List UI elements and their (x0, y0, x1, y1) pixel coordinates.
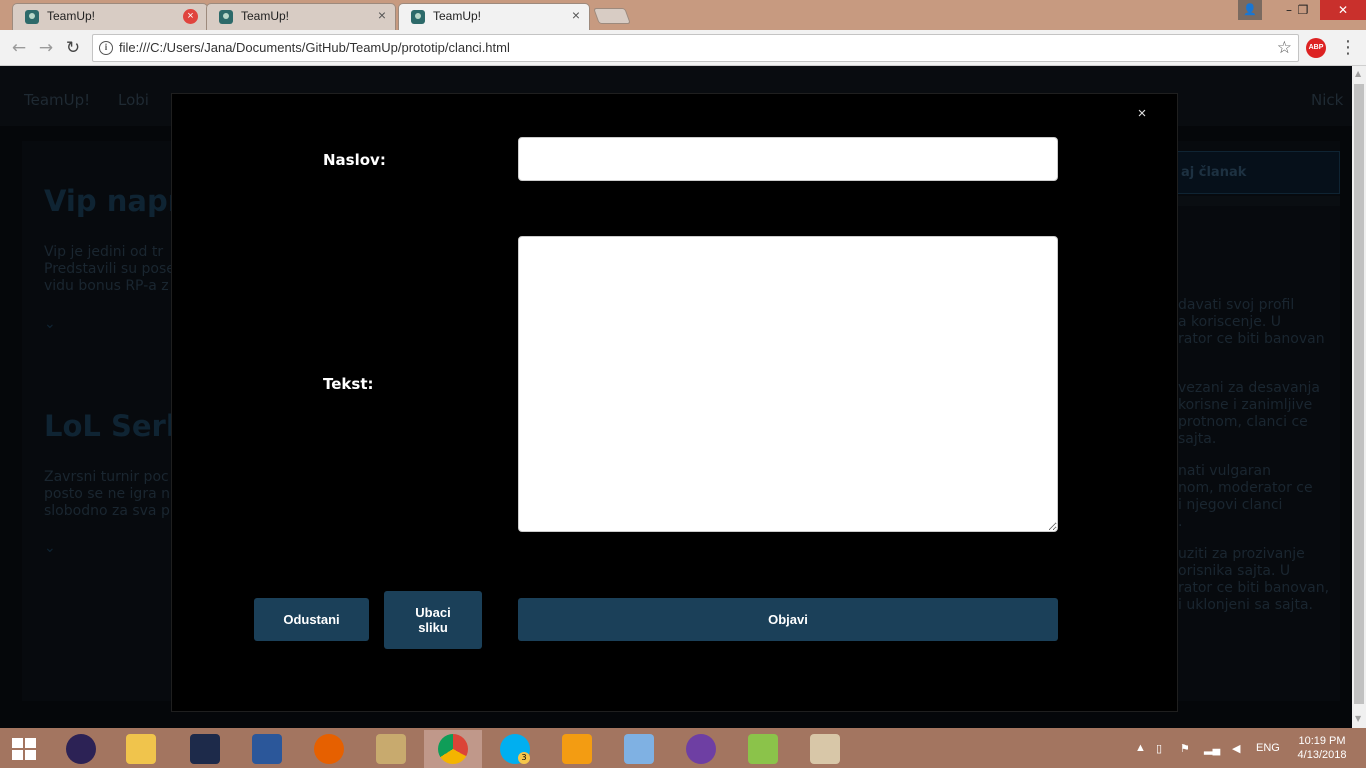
back-arrow-icon[interactable]: ← (8, 37, 30, 59)
notepad-plus-plus-icon[interactable] (734, 730, 792, 768)
rules-line: i njegovi clanci (1178, 497, 1283, 513)
language-indicator[interactable]: ENG (1256, 742, 1280, 754)
tab-title: TeamUp! (433, 9, 482, 23)
teamup-favicon-icon (25, 10, 39, 24)
rules-line: protnom, clanci ce (1178, 414, 1308, 430)
publish-button[interactable]: Objavi (518, 598, 1058, 641)
scroll-down-icon[interactable]: ▼ (1355, 714, 1361, 723)
tray-chevron-icon[interactable]: ▲ (1135, 742, 1146, 754)
text-label: Tekst: (323, 375, 374, 393)
rules-line: nati vulgaran (1178, 463, 1272, 479)
reload-icon[interactable]: ↻ (62, 37, 84, 59)
modal-close-icon[interactable]: × (1134, 106, 1150, 122)
nav-brand[interactable]: TeamUp! (24, 91, 90, 109)
page-scrollbar[interactable]: ▲ ▼ (1352, 66, 1366, 728)
expand-chevron-icon[interactable]: ⌄ (44, 316, 56, 332)
league-of-legends-icon[interactable] (362, 730, 420, 768)
chrome-icon[interactable] (424, 730, 482, 768)
rules-line: davati svoj profil (1178, 297, 1295, 313)
rules-line: uziti za prozivanje (1178, 546, 1305, 562)
article-title: LoL Serb (44, 409, 187, 443)
rules-line: . (1178, 514, 1183, 530)
network-device-icon[interactable]: ▯ (1156, 742, 1162, 755)
new-tab-button[interactable] (593, 8, 631, 24)
article-line: posto se ne igra n (44, 486, 170, 502)
system-clock[interactable]: 10:19 PM 4/13/2018 (1290, 734, 1354, 762)
volume-icon[interactable]: ◀ (1232, 742, 1240, 755)
rules-line: korisne i zanimljive (1178, 397, 1313, 413)
tab-close-icon[interactable]: × (572, 7, 580, 23)
github-icon[interactable] (672, 730, 730, 768)
clock-time: 10:19 PM (1298, 735, 1346, 747)
rules-line: rator ce biti banovan (1178, 331, 1325, 347)
expand-chevron-icon[interactable]: ⌄ (44, 540, 56, 556)
rules-line: i uklonjeni sa sajta. (1178, 597, 1313, 613)
forward-arrow-icon[interactable]: → (35, 37, 57, 59)
eclipse-icon[interactable] (52, 730, 110, 768)
paint-icon[interactable] (796, 730, 854, 768)
scroll-thumb[interactable] (1354, 84, 1364, 704)
game-icon[interactable] (176, 730, 234, 768)
action-center-flag-icon[interactable]: ⚑ (1180, 742, 1190, 755)
insert-image-button[interactable]: Ubaci sliku (384, 591, 482, 649)
article-line: vidu bonus RP-a z (44, 278, 169, 294)
title-label: Naslov: (323, 151, 386, 169)
tab-close-icon[interactable]: × (183, 9, 198, 24)
rules-line: nom, moderator ce (1178, 480, 1313, 496)
teamup-favicon-icon (411, 10, 425, 24)
video-icon[interactable] (548, 730, 606, 768)
browser-tab-active[interactable]: TeamUp! × (398, 3, 590, 30)
url-text[interactable]: file:///C:/Users/Jana/Documents/GitHub/T… (119, 40, 510, 55)
article-line: slobodno za sva pi (44, 503, 174, 519)
wifi-signal-icon[interactable]: ▂▄ (1204, 742, 1220, 755)
firefox-icon[interactable] (300, 730, 358, 768)
tab-close-icon[interactable]: × (378, 7, 386, 23)
nav-lobby-link[interactable]: Lobi (118, 91, 149, 109)
article-line: Zavrsni turnir poc (44, 469, 169, 485)
divider (1170, 196, 1340, 206)
article-line: Vip je jedini od tr (44, 244, 164, 260)
word-icon[interactable] (238, 730, 296, 768)
info-icon[interactable]: i (99, 41, 113, 55)
browser-toolbar: ← → ↻ i file:///C:/Users/Jana/Documents/… (0, 30, 1366, 66)
teamup-favicon-icon (219, 10, 233, 24)
add-article-label: aj članak (1181, 165, 1247, 180)
browser-tab[interactable]: TeamUp! × (12, 3, 208, 30)
rules-line: rator ce biti banovan, (1178, 580, 1330, 596)
nav-user-link[interactable]: Nick (1311, 91, 1343, 109)
skype-badge: 3 (518, 752, 530, 764)
tab-title: TeamUp! (47, 9, 96, 23)
windows-taskbar: 3 ▲ ▯ ⚑ ▂▄ ◀ ENG 10:19 PM 4/13/2018 (0, 728, 1366, 768)
scroll-up-icon[interactable]: ▲ (1355, 69, 1361, 78)
text-textarea[interactable] (518, 236, 1058, 532)
clock-date: 4/13/2018 (1297, 749, 1347, 761)
address-bar[interactable]: i file:///C:/Users/Jana/Documents/GitHub… (92, 34, 1299, 62)
windows-start-icon[interactable] (12, 738, 38, 760)
skype-icon[interactable]: 3 (486, 730, 544, 768)
browser-tab[interactable]: TeamUp! × (206, 3, 396, 30)
rules-line: sajta. (1178, 431, 1217, 447)
title-input[interactable] (518, 137, 1058, 181)
profile-icon[interactable]: 👤 (1238, 0, 1262, 20)
rules-line: a koriscenje. U (1178, 314, 1281, 330)
tab-title: TeamUp! (241, 9, 290, 23)
file-explorer-icon[interactable] (112, 730, 170, 768)
rules-line: vezani za desavanja (1178, 380, 1320, 396)
bookmark-star-icon[interactable]: ☆ (1277, 38, 1292, 58)
virtualbox-icon[interactable] (610, 730, 668, 768)
article-line: Predstavili su pose (44, 261, 175, 277)
window-close-icon[interactable]: ✕ (1320, 0, 1366, 20)
add-article-button[interactable]: aj članak (1160, 151, 1340, 194)
adblock-plus-icon[interactable]: ABP (1306, 38, 1326, 58)
browser-titlebar: TeamUp! × TeamUp! × TeamUp! × 👤 – ❐ ✕ (0, 0, 1366, 30)
new-article-modal: × Naslov: Tekst: Odustani Ubaci sliku Ob… (171, 93, 1178, 712)
browser-menu-icon[interactable]: ⋮ (1339, 37, 1357, 59)
restore-icon[interactable]: ❐ (1288, 0, 1318, 20)
cancel-button[interactable]: Odustani (254, 598, 369, 641)
rules-line: orisnika sajta. U (1178, 563, 1291, 579)
